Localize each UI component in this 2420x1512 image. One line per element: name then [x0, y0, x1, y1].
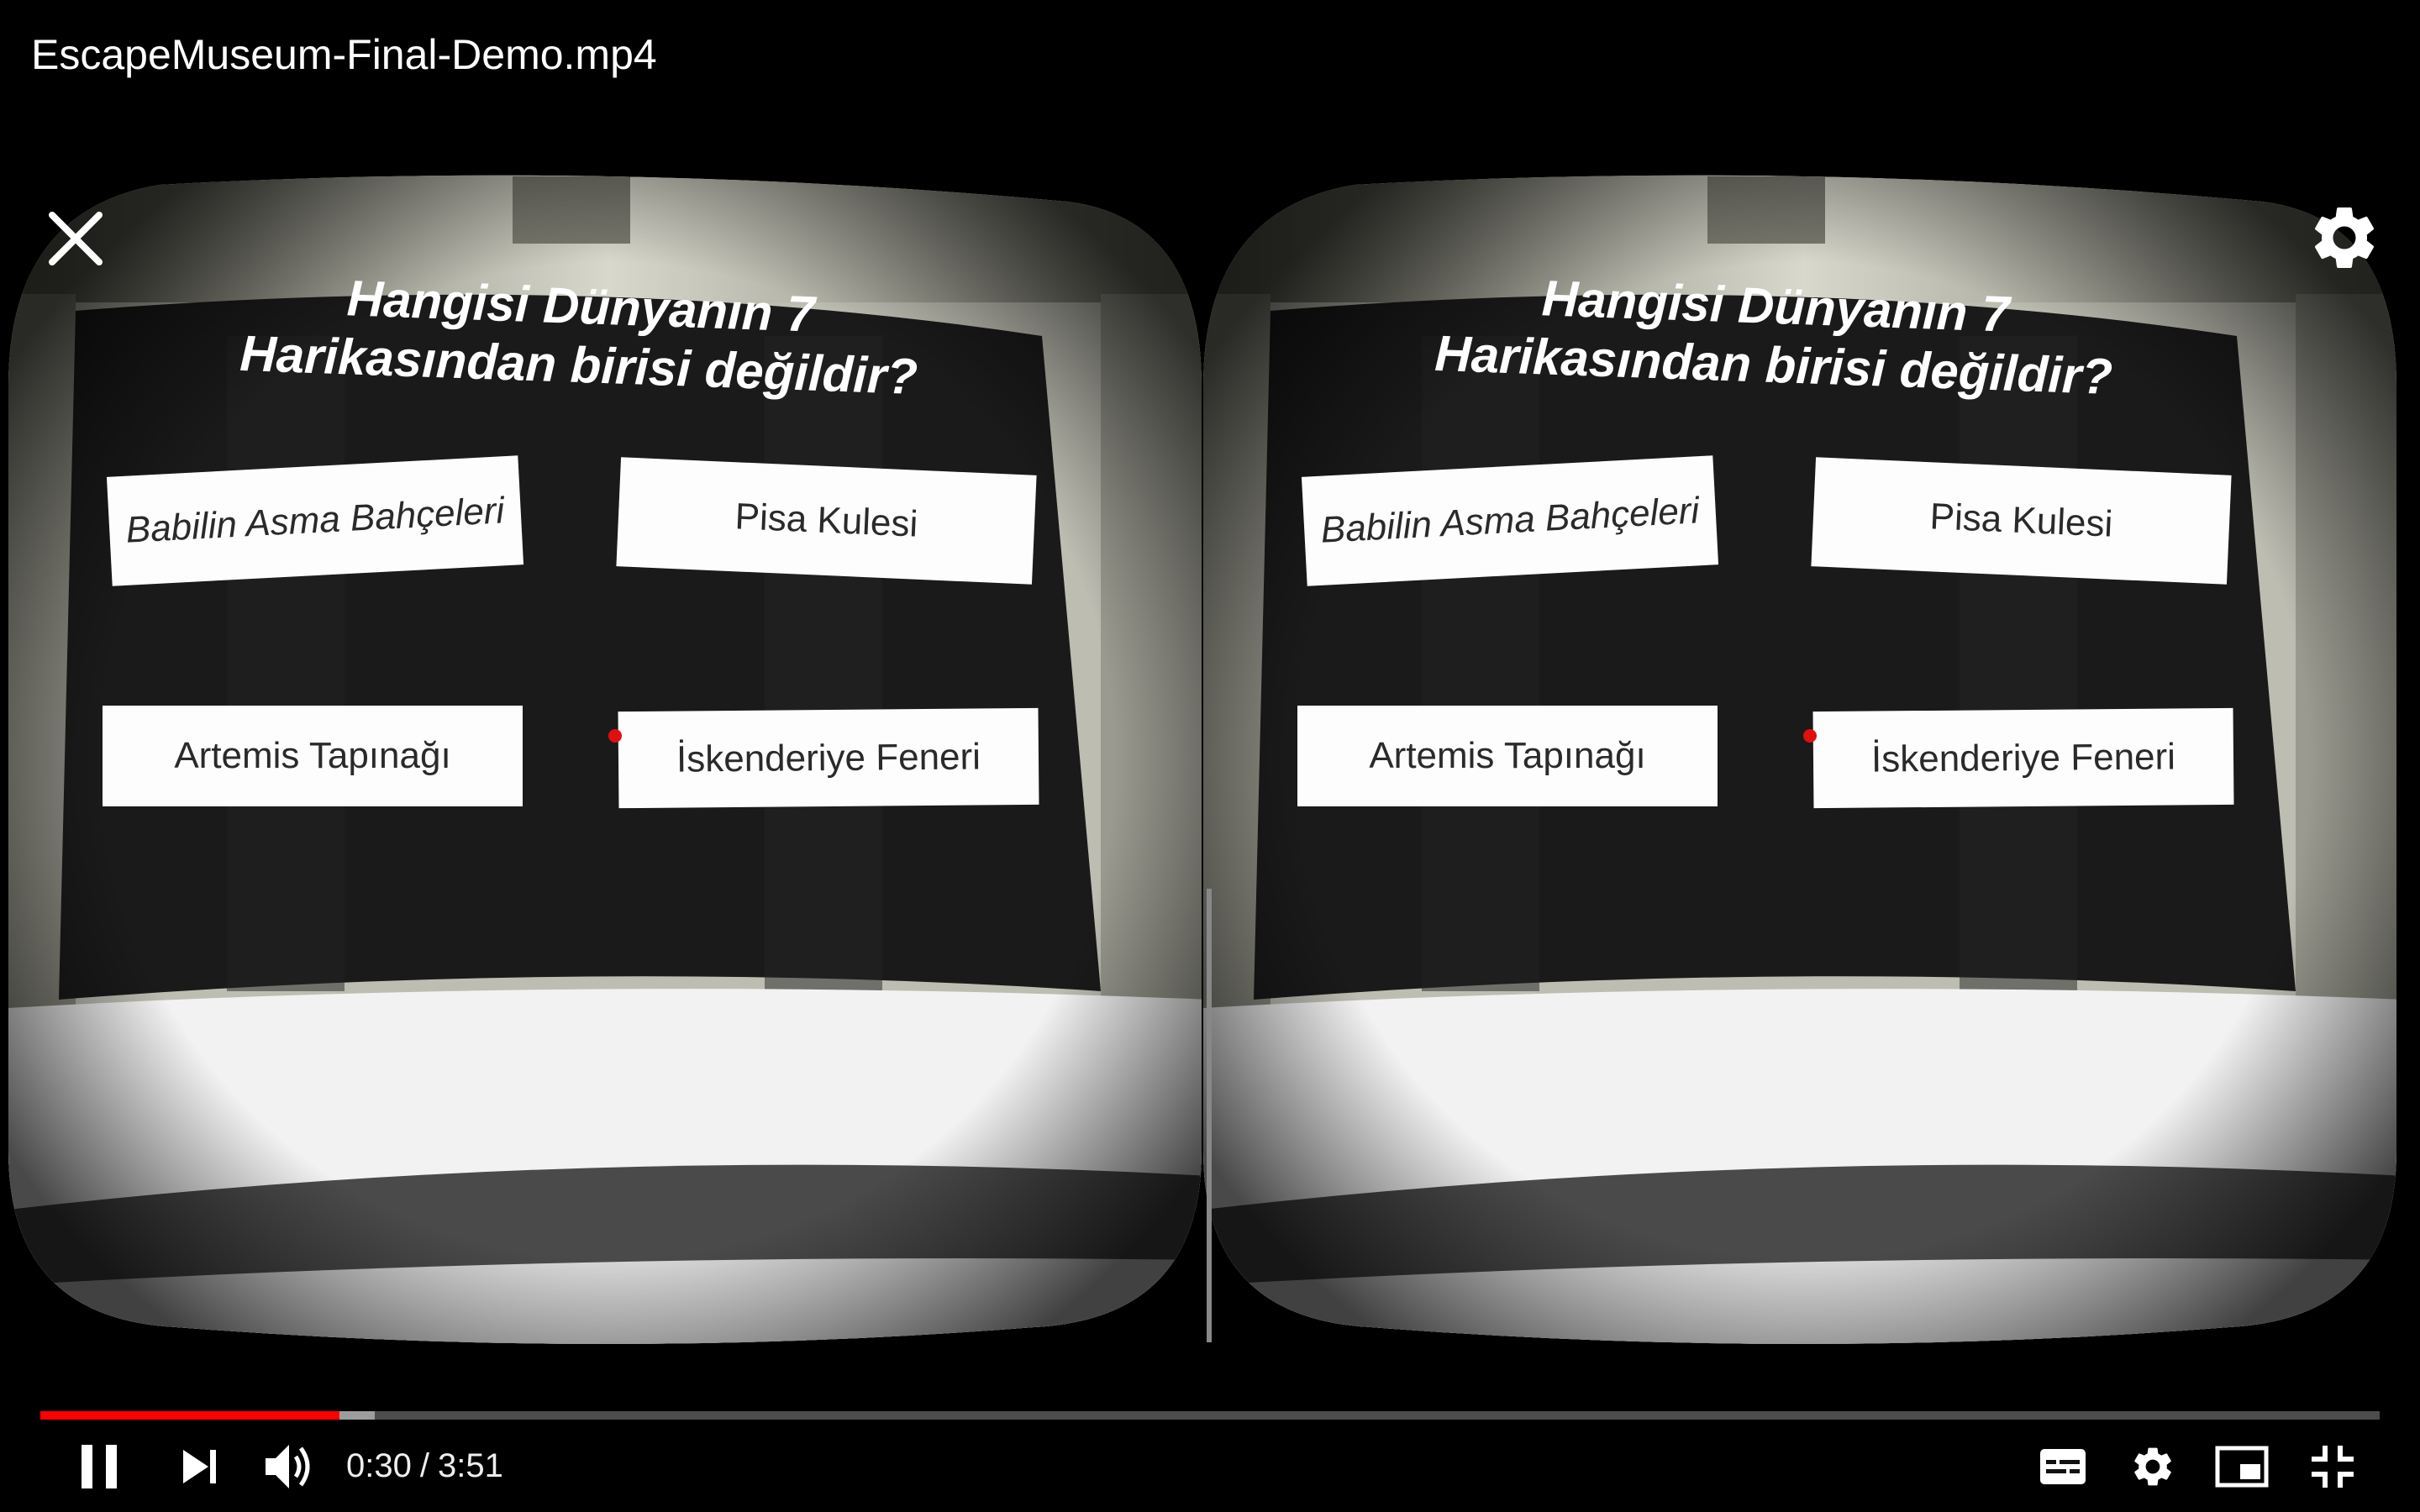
progress-played	[40, 1411, 340, 1420]
gaze-pointer	[1803, 729, 1817, 743]
answer-button-pisa[interactable]: Pisa Kulesi	[616, 457, 1037, 585]
video-title: EscapeMuseum-Final-Demo.mp4	[31, 31, 657, 78]
vr-right-eye-view: Hangisi Dünyanın 7 Harikasından birisi d…	[1203, 168, 2405, 1352]
time-display: 0:30/3:51	[346, 1445, 503, 1487]
time-separator: /	[419, 1447, 429, 1484]
volume-button[interactable]	[259, 1433, 323, 1500]
answer-button-artemis[interactable]: Artemis Tapınağı	[1297, 706, 1718, 806]
close-vr-button[interactable]	[44, 207, 108, 270]
close-icon	[49, 212, 103, 265]
volume-icon	[266, 1445, 310, 1488]
gaze-pointer	[608, 729, 622, 743]
answer-button-babilin[interactable]: Babilin Asma Bahçeleri	[1301, 455, 1719, 586]
captions-icon	[2040, 1449, 2086, 1484]
pause-button[interactable]	[67, 1433, 131, 1500]
fullscreen-exit-button[interactable]	[2299, 1433, 2366, 1500]
miniplayer-icon	[2215, 1446, 2269, 1488]
next-icon	[183, 1450, 216, 1483]
answer-button-iskenderiye[interactable]: İskenderiye Feneri	[1812, 707, 2234, 809]
answer-button-artemis[interactable]: Artemis Tapınağı	[103, 706, 523, 806]
gear-icon	[2314, 207, 2375, 268]
vr-left-eye-view: Hangisi Dünyanın 7 Harikasından birisi d…	[8, 168, 1210, 1352]
settings-button[interactable]	[2119, 1433, 2186, 1500]
miniplayer-button[interactable]	[2208, 1433, 2275, 1500]
gear-icon	[2134, 1447, 2171, 1486]
answer-button-babilin[interactable]: Babilin Asma Bahçeleri	[106, 455, 524, 586]
video-player[interactable]: EscapeMuseum-Final-Demo.mp4 Hangisi Düny…	[0, 0, 2420, 1512]
vr-eye-divider	[1207, 889, 1212, 1342]
captions-button[interactable]	[2029, 1433, 2096, 1500]
fullscreen-exit-icon	[2312, 1446, 2354, 1488]
answer-button-iskenderiye[interactable]: İskenderiye Feneri	[618, 707, 1039, 809]
pause-icon	[82, 1445, 117, 1488]
current-time: 0:30	[346, 1447, 412, 1484]
progress-bar[interactable]	[40, 1411, 2380, 1420]
next-button[interactable]	[168, 1433, 232, 1500]
vr-settings-button[interactable]	[2307, 200, 2382, 276]
duration: 3:51	[437, 1447, 503, 1484]
answer-button-pisa[interactable]: Pisa Kulesi	[1811, 457, 2232, 585]
